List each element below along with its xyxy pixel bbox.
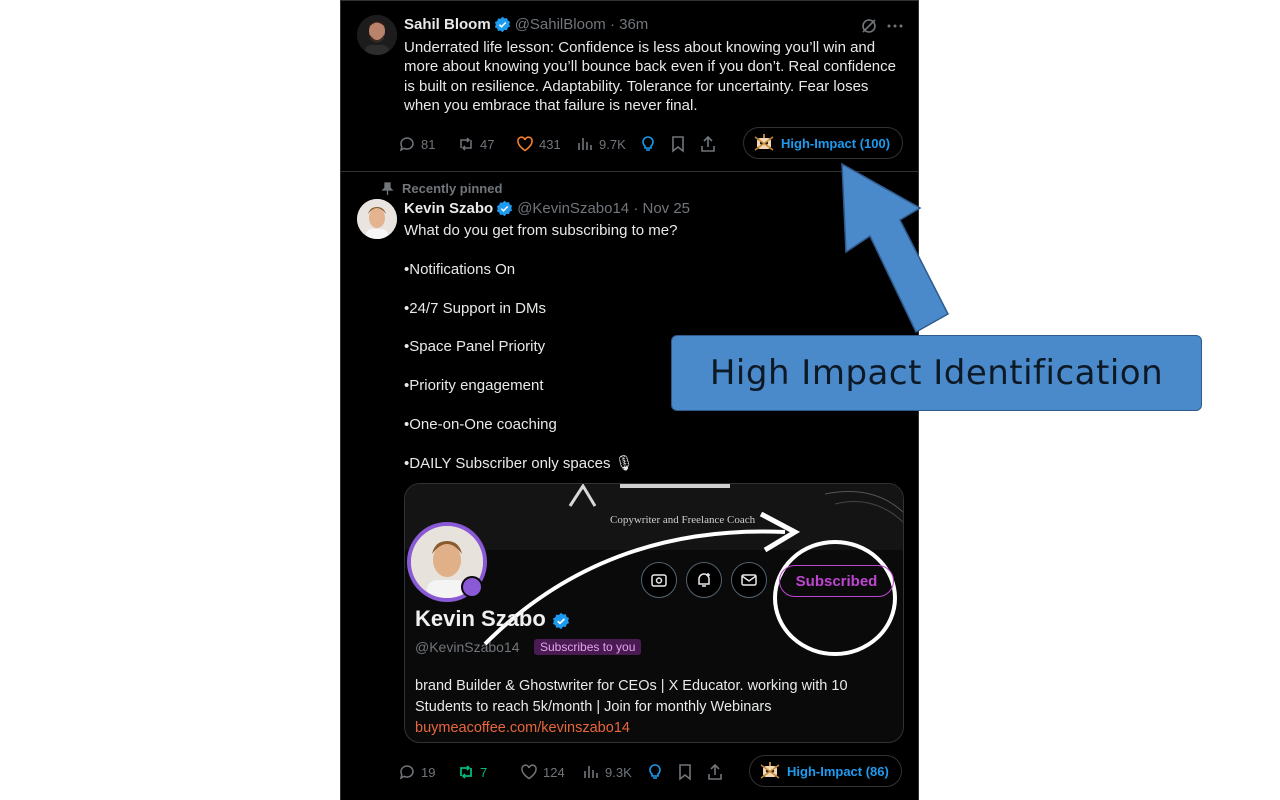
high-impact-callout: High Impact Identification — [671, 335, 1202, 411]
reply-count: 81 — [421, 136, 436, 152]
high-impact-label: High-Impact (86) — [787, 763, 889, 779]
bookmark-icon — [672, 136, 684, 153]
annotation-arrow — [841, 162, 949, 334]
pin-icon — [381, 182, 394, 195]
reply-count: 19 — [421, 764, 436, 780]
tweet-sahil-bloom[interactable]: Sahil Bloom @SahilBloom · 36m Underrated… — [341, 0, 918, 172]
pinned-label: Recently pinned — [402, 181, 503, 196]
embedded-image-card[interactable]: Copywriter and Freelance Coach Subscribe… — [404, 483, 904, 743]
grok-explain-button[interactable] — [639, 135, 669, 153]
share-button[interactable] — [706, 763, 736, 781]
author-name[interactable]: Sahil Bloom — [404, 16, 491, 33]
tweet-kevin-szabo[interactable]: Recently pinned Kevin Szabo @KevinSzabo1… — [341, 173, 918, 800]
views-count: 9.7K — [599, 136, 626, 152]
repost-count: 47 — [480, 136, 495, 152]
views-icon — [584, 766, 598, 778]
bookmark-button[interactable] — [669, 135, 699, 153]
pinned-indicator: Recently pinned — [381, 181, 502, 196]
reply-icon — [399, 137, 414, 152]
more-icon[interactable] — [886, 17, 904, 40]
grok-explain-button[interactable] — [646, 763, 676, 781]
subscriber-badge-icon — [461, 576, 483, 598]
repost-button[interactable]: 47 — [457, 135, 516, 153]
robot-icon — [760, 762, 780, 779]
media-button[interactable] — [641, 562, 677, 598]
repost-button[interactable]: 7 — [457, 763, 520, 781]
share-button[interactable] — [699, 135, 729, 153]
profile-link[interactable]: buymeacoffee.com/kevinszabo14 — [415, 718, 895, 739]
views-button[interactable]: 9.3K — [582, 763, 646, 781]
notify-icon — [698, 573, 710, 587]
tweet-actions: 81 47 431 9.7K — [398, 127, 729, 161]
share-icon — [708, 763, 722, 780]
reply-button[interactable]: 81 — [398, 135, 457, 153]
tweet-text: Underrated life lesson: Confidence is le… — [404, 39, 896, 115]
tweet-actions: 19 7 124 9.3K — [398, 755, 736, 789]
author-handle-time[interactable]: @SahilBloom · 36m — [515, 16, 649, 33]
author-handle-time[interactable]: @KevinSzabo14 · Nov 25 — [517, 200, 690, 217]
high-impact-badge[interactable]: High-Impact (86) — [749, 755, 902, 787]
bookmark-button[interactable] — [676, 763, 706, 781]
like-icon — [521, 764, 537, 780]
message-button[interactable] — [731, 562, 767, 598]
robot-icon — [754, 134, 774, 151]
verified-icon — [496, 200, 513, 217]
verified-icon — [494, 16, 511, 33]
share-icon — [701, 135, 715, 152]
grok-icon[interactable] — [860, 17, 878, 40]
subscribed-button[interactable]: Subscribed — [779, 565, 894, 597]
bookmark-icon — [679, 764, 691, 781]
profile-handle: @KevinSzabo14 — [415, 639, 520, 655]
mail-icon — [741, 574, 757, 586]
profile-name-text: Kevin Szabo — [415, 606, 546, 631]
verified-icon — [552, 610, 570, 630]
media-icon — [651, 574, 667, 587]
views-count: 9.3K — [605, 764, 632, 780]
repost-icon — [460, 765, 472, 779]
notify-button[interactable] — [686, 562, 722, 598]
reply-icon — [399, 765, 414, 780]
subscribes-to-you-badge: Subscribes to you — [534, 639, 642, 655]
repost-icon — [460, 137, 472, 151]
profile-name: Kevin Szabo — [415, 606, 570, 632]
profile-bio-text: brand Builder & Ghostwriter for CEOs | X… — [415, 678, 848, 715]
views-button[interactable]: 9.7K — [576, 135, 639, 153]
reply-button[interactable]: 19 — [398, 763, 457, 781]
like-count: 124 — [543, 764, 565, 780]
lightbulb-icon — [649, 764, 661, 779]
author-name[interactable]: Kevin Szabo — [404, 200, 493, 217]
tweet-text: What do you get from subscribing to me? … — [404, 222, 678, 472]
avatar[interactable] — [357, 15, 397, 55]
views-icon — [578, 138, 592, 150]
slide: Sahil Bloom @SahilBloom · 36m Underrated… — [0, 0, 1280, 800]
like-button[interactable]: 124 — [520, 763, 582, 781]
repost-count: 7 — [480, 764, 488, 780]
like-count: 431 — [539, 136, 561, 152]
profile-bio: brand Builder & Ghostwriter for CEOs | X… — [415, 676, 895, 739]
high-impact-badge[interactable]: High-Impact (100) — [743, 127, 904, 159]
like-button[interactable]: 431 — [516, 135, 576, 153]
avatar[interactable] — [357, 199, 397, 239]
like-icon — [517, 136, 533, 152]
high-impact-label: High-Impact (100) — [781, 135, 891, 151]
lightbulb-icon — [642, 136, 654, 151]
